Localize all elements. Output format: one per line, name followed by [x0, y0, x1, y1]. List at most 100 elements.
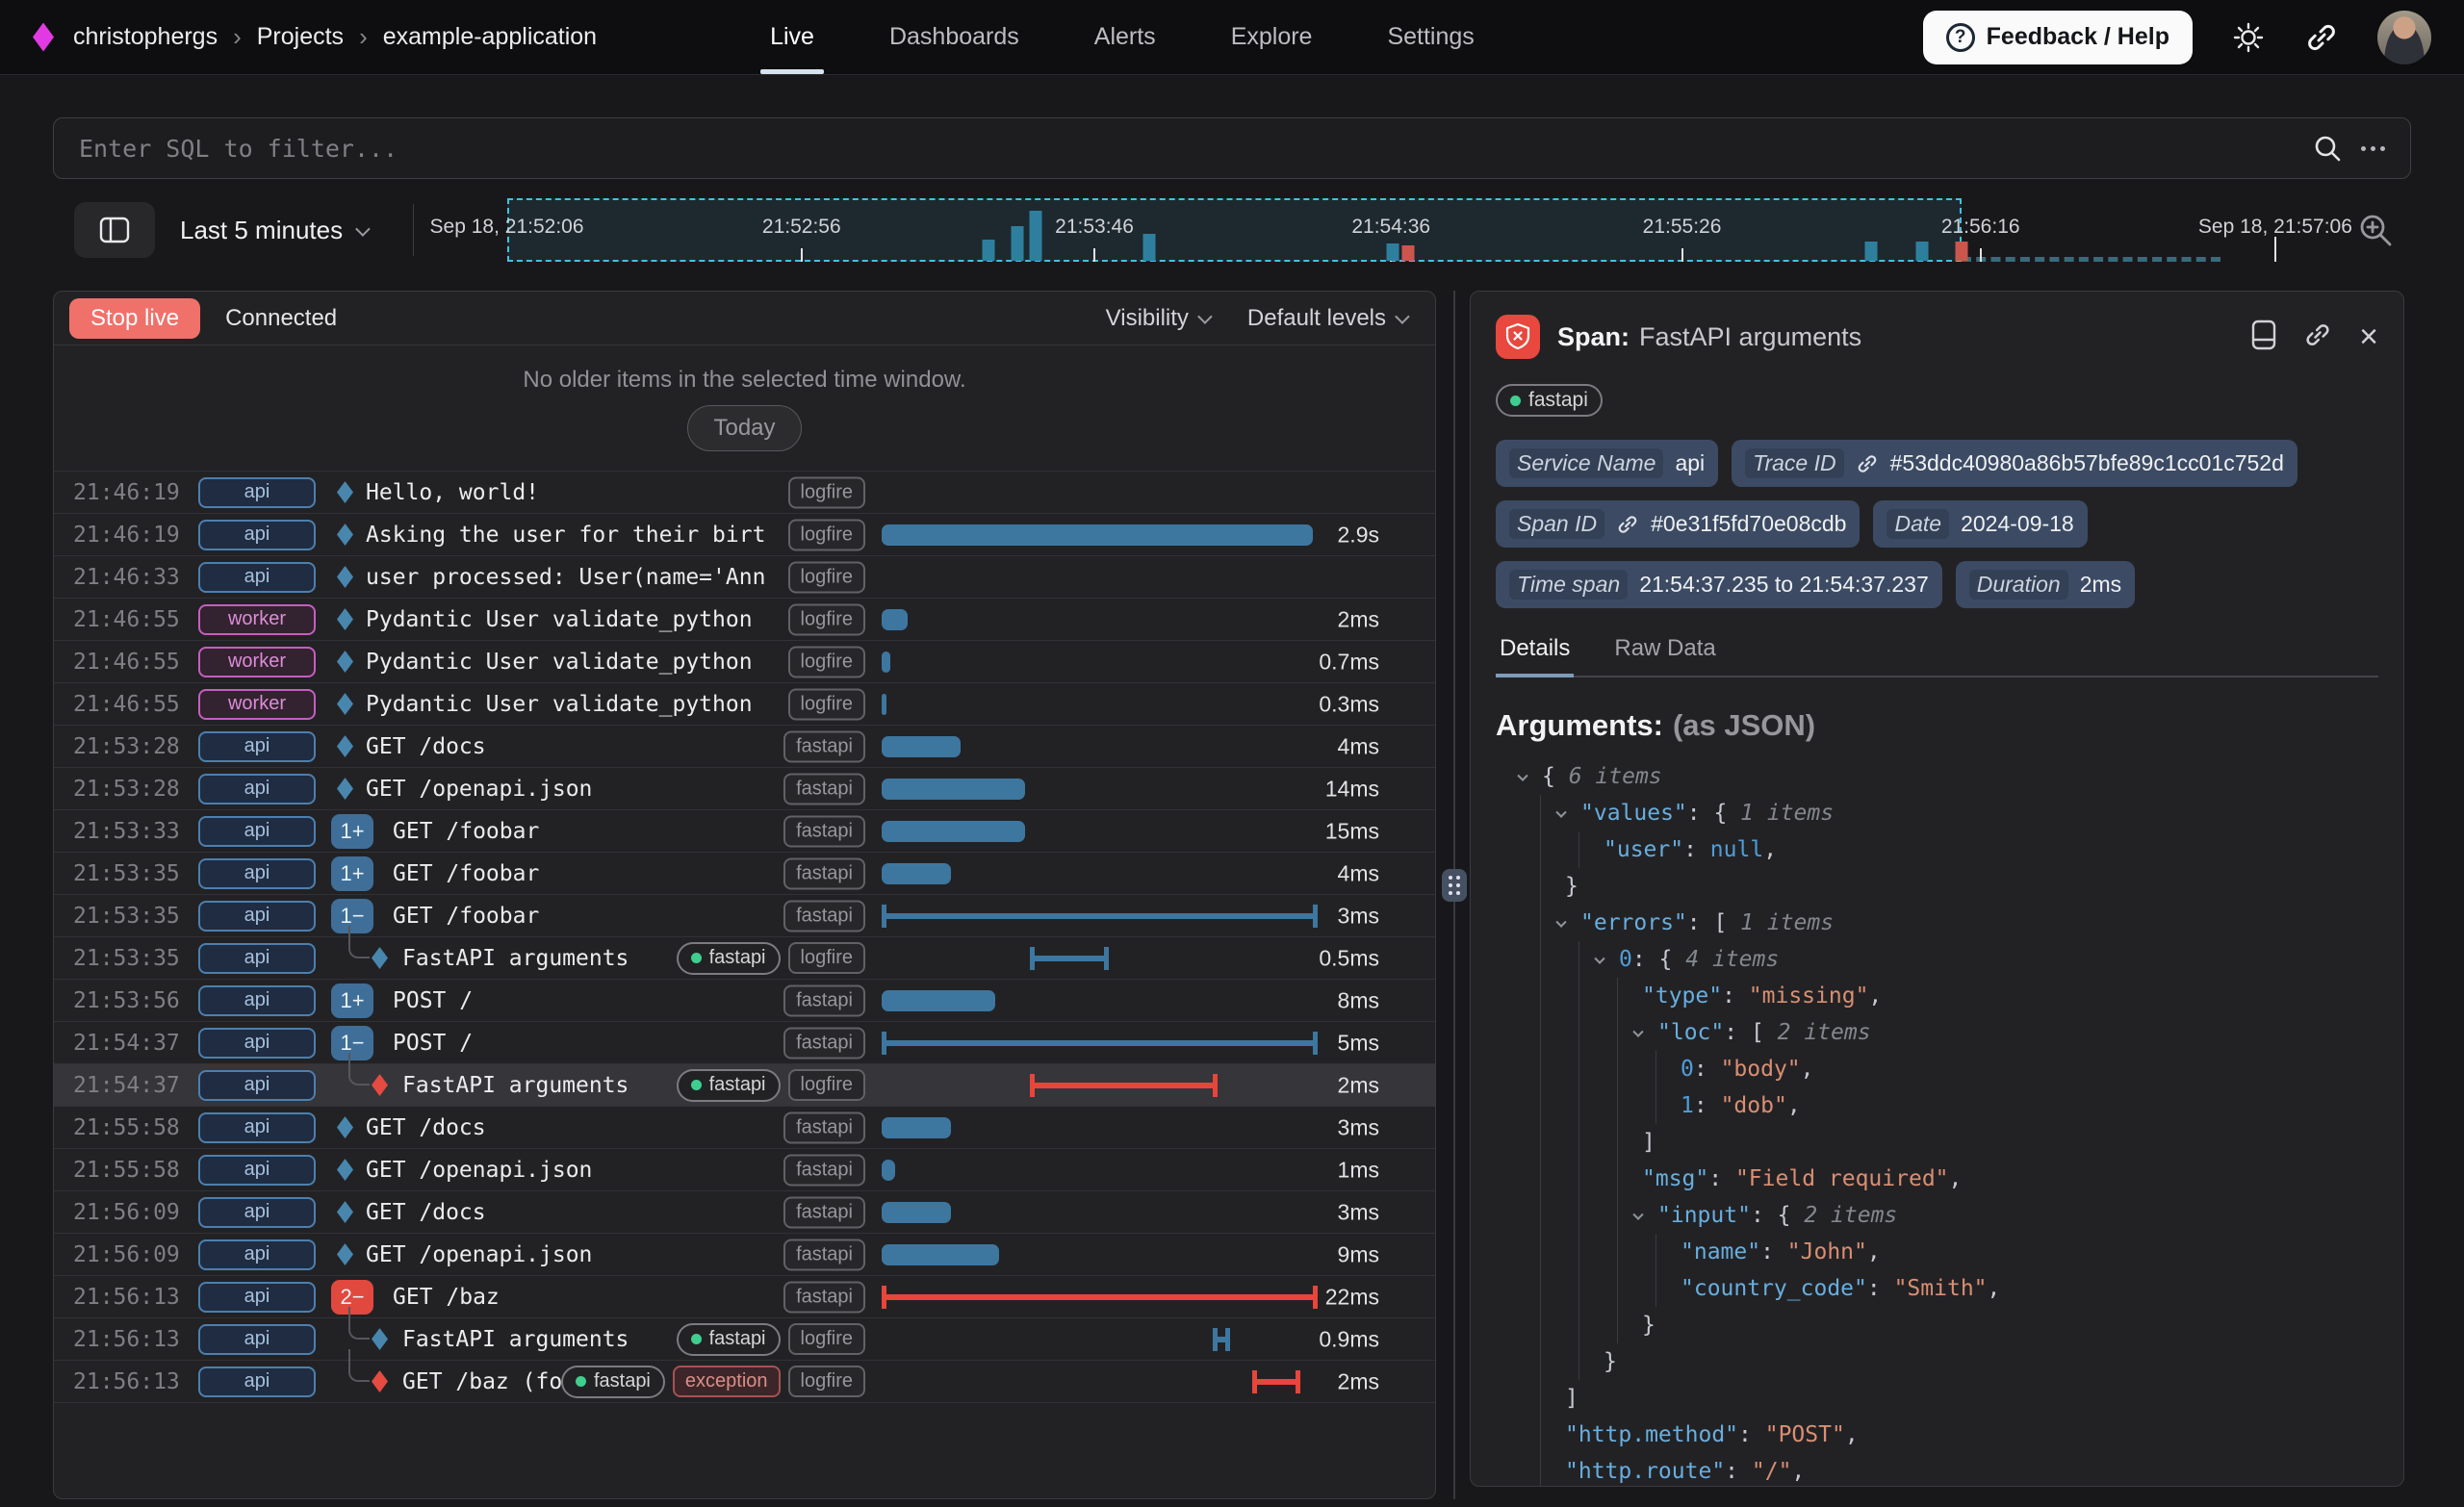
trace-row[interactable]: 21:56:09apiGET /docsfastapi3ms — [54, 1190, 1435, 1233]
tag-logfire[interactable]: logfire — [788, 603, 865, 635]
sql-filter-input[interactable] — [54, 135, 2311, 163]
tag-logfire[interactable]: logfire — [788, 942, 865, 974]
breadcrumb-item[interactable]: christophergs — [73, 23, 218, 51]
trace-row[interactable]: 21:55:58apiGET /docsfastapi3ms — [54, 1106, 1435, 1148]
trace-row[interactable]: 21:46:19apiHello, world!logfire — [54, 471, 1435, 513]
tag-fastapi[interactable]: fastapi — [783, 1027, 865, 1059]
trace-row[interactable]: 21:54:37apiFastAPI argumentsfastapilogfi… — [54, 1063, 1435, 1106]
nav-tab-explore[interactable]: Explore — [1231, 0, 1313, 74]
tag-logfire[interactable]: logfire — [788, 1069, 865, 1101]
trace-row[interactable]: 21:46:55workerPydantic User validate_pyt… — [54, 682, 1435, 725]
default-levels-dropdown[interactable]: Default levels — [1247, 305, 1406, 332]
visibility-dropdown[interactable]: Visibility — [1106, 305, 1209, 332]
tag-fastapi[interactable]: fastapi — [783, 1196, 865, 1228]
tag-fastapi[interactable]: fastapi — [783, 773, 865, 805]
sidebar-toggle-button[interactable] — [74, 202, 155, 258]
trace-row[interactable]: 21:56:13apiGET /baz (fofastapiexceptionl… — [54, 1360, 1435, 1402]
service-badge[interactable]: api — [198, 477, 316, 508]
breadcrumb-item[interactable]: Projects — [257, 23, 344, 51]
tab-details[interactable]: Details — [1500, 635, 1570, 676]
collapse-chevron-icon[interactable] — [1634, 1028, 1642, 1035]
service-badge[interactable]: api — [198, 1367, 316, 1397]
trace-row[interactable]: 21:53:33api1+GET /foobarfastapi15ms — [54, 809, 1435, 852]
collapse-chevron-icon[interactable] — [1557, 808, 1565, 816]
nav-tab-dashboards[interactable]: Dashboards — [889, 0, 1019, 74]
trace-row[interactable]: 21:56:13api2−GET /bazfastapi22ms — [54, 1275, 1435, 1317]
tag-fastapi[interactable]: fastapi — [677, 942, 781, 975]
tag-fastapi[interactable]: fastapi — [783, 984, 865, 1016]
service-badge[interactable]: api — [198, 1070, 316, 1101]
theme-toggle-icon[interactable] — [2231, 20, 2266, 55]
tag-logfire[interactable]: logfire — [788, 688, 865, 720]
tag-logfire[interactable]: logfire — [788, 476, 865, 508]
service-badge[interactable]: api — [198, 731, 316, 762]
service-badge[interactable]: api — [198, 858, 316, 889]
service-tag[interactable]: fastapi — [1496, 384, 1603, 417]
service-badge[interactable]: api — [198, 1197, 316, 1228]
service-badge[interactable]: api — [198, 1112, 316, 1143]
share-link-icon[interactable] — [2304, 20, 2339, 55]
dock-panel-icon[interactable] — [2251, 319, 2276, 355]
tag-fastapi[interactable]: fastapi — [677, 1069, 781, 1102]
user-avatar[interactable] — [2377, 11, 2431, 64]
trace-row[interactable]: 21:53:28apiGET /docsfastapi4ms — [54, 725, 1435, 767]
tag-fastapi[interactable]: fastapi — [783, 1281, 865, 1313]
tag-fastapi[interactable]: fastapi — [783, 815, 865, 847]
nav-tab-live[interactable]: Live — [770, 0, 814, 74]
service-badge[interactable]: api — [198, 1324, 316, 1355]
breadcrumb-item[interactable]: example-application — [383, 23, 597, 51]
zoom-in-icon[interactable] — [2355, 210, 2396, 255]
stop-live-button[interactable]: Stop live — [69, 298, 200, 339]
tag-fastapi[interactable]: fastapi — [783, 1239, 865, 1270]
service-badge[interactable]: api — [198, 816, 316, 847]
tag-logfire[interactable]: logfire — [788, 646, 865, 677]
tag-logfire[interactable]: logfire — [788, 561, 865, 593]
panel-resize-handle[interactable] — [1442, 869, 1467, 902]
tag-logfire[interactable]: logfire — [788, 1366, 865, 1397]
nav-tab-settings[interactable]: Settings — [1387, 0, 1474, 74]
feedback-help-button[interactable]: ? Feedback / Help — [1923, 11, 2193, 64]
trace-row[interactable]: 21:53:56api1+POST /fastapi8ms — [54, 979, 1435, 1021]
tag-logfire[interactable]: logfire — [788, 1323, 865, 1355]
trace-row[interactable]: 21:46:55workerPydantic User validate_pyt… — [54, 640, 1435, 682]
tag-logfire[interactable]: logfire — [788, 519, 865, 550]
tag-fastapi[interactable]: fastapi — [561, 1366, 665, 1398]
trace-row[interactable]: 21:54:37api1−POST /fastapi5ms — [54, 1021, 1435, 1063]
tag-fastapi[interactable]: fastapi — [783, 857, 865, 889]
service-badge[interactable]: api — [198, 1282, 316, 1313]
trace-row[interactable]: 21:46:33apiuser processed: User(name='An… — [54, 555, 1435, 598]
service-badge[interactable]: api — [198, 943, 316, 974]
trace-row[interactable]: 21:46:19apiAsking the user for their bir… — [54, 513, 1435, 555]
today-button[interactable]: Today — [687, 405, 801, 451]
trace-row[interactable]: 21:55:58apiGET /openapi.jsonfastapi1ms — [54, 1148, 1435, 1190]
trace-row[interactable]: 21:53:28apiGET /openapi.jsonfastapi14ms — [54, 767, 1435, 809]
tab-raw-data[interactable]: Raw Data — [1614, 635, 1715, 676]
service-badge[interactable]: api — [198, 562, 316, 593]
trace-row[interactable]: 21:53:35api1+GET /foobarfastapi4ms — [54, 852, 1435, 894]
service-badge[interactable]: api — [198, 774, 316, 805]
child-count-badge[interactable]: 1+ — [331, 814, 373, 849]
service-badge[interactable]: api — [198, 901, 316, 932]
logfire-logo-icon[interactable] — [33, 23, 54, 52]
close-icon[interactable]: × — [2359, 320, 2378, 353]
time-range-select[interactable]: Last 5 minutes — [180, 196, 367, 264]
service-badge[interactable]: api — [198, 985, 316, 1016]
child-count-badge[interactable]: 1+ — [331, 856, 373, 891]
tag-fastapi[interactable]: fastapi — [677, 1323, 781, 1356]
service-badge[interactable]: api — [198, 1028, 316, 1059]
trace-row[interactable]: 21:56:09apiGET /openapi.jsonfastapi9ms — [54, 1233, 1435, 1275]
service-badge[interactable]: worker — [198, 647, 316, 677]
tag-exception[interactable]: exception — [673, 1366, 781, 1397]
collapse-chevron-icon[interactable] — [1519, 772, 1527, 779]
trace-row[interactable]: 21:53:35apiFastAPI argumentsfastapilogfi… — [54, 936, 1435, 979]
collapse-chevron-icon[interactable] — [1596, 955, 1604, 962]
service-badge[interactable]: api — [198, 520, 316, 550]
child-count-badge[interactable]: 1+ — [331, 983, 373, 1018]
service-badge[interactable]: worker — [198, 604, 316, 635]
timeline-selection[interactable] — [507, 198, 1963, 262]
tag-fastapi[interactable]: fastapi — [783, 1111, 865, 1143]
tag-fastapi[interactable]: fastapi — [783, 1154, 865, 1186]
tag-fastapi[interactable]: fastapi — [783, 730, 865, 762]
timeline-strip[interactable]: Sep 18, 21:52:0621:52:5621:53:4621:54:36… — [433, 196, 2323, 264]
tag-fastapi[interactable]: fastapi — [783, 900, 865, 932]
